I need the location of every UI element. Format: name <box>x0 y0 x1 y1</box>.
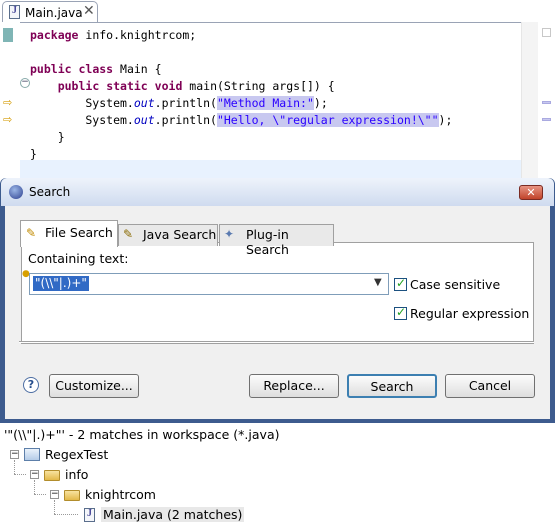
tab-label: File Search <box>45 225 113 240</box>
code-string-literal: "Hello, \"regular expression!\"" <box>216 113 439 127</box>
code-token: ); <box>438 113 453 127</box>
containing-text-label: Containing text: <box>28 251 129 266</box>
code-line[interactable]: public class Main { <box>30 61 162 78</box>
java-project-icon <box>24 448 40 461</box>
cancel-button[interactable]: Cancel <box>445 374 535 398</box>
tree-guide-line <box>14 474 26 475</box>
package-folder-icon <box>44 470 60 481</box>
code-token: void <box>154 79 183 93</box>
replace-button[interactable]: Replace... <box>249 374 339 398</box>
code-string-literal: "Method Main:" <box>216 96 314 110</box>
tree-collapse-toggle[interactable]: − <box>10 450 19 459</box>
tree-guide-line <box>54 514 78 515</box>
customize-button[interactable]: Customize... <box>49 374 139 398</box>
close-icon[interactable]: ✕ <box>83 3 95 19</box>
dialog-separator <box>19 341 534 343</box>
tree-collapse-toggle[interactable]: − <box>30 470 39 479</box>
search-match-arrow-icon: ⇨ <box>3 113 13 126</box>
tab-file-search[interactable]: ✎ File Search <box>20 220 118 247</box>
editor-tab-bar: J Main.java ✕ <box>0 0 555 23</box>
check-icon: ✓ <box>396 276 407 290</box>
overview-match-marker[interactable] <box>542 118 551 121</box>
java-file-icon: J <box>9 5 20 19</box>
tree-guide-line <box>14 460 15 474</box>
tab-label: Java Search <box>143 227 217 242</box>
tree-item-file[interactable]: Main.java (2 matches) <box>101 507 245 522</box>
chevron-down-icon[interactable]: ▼ <box>374 277 382 288</box>
search-results-summary: '"(\\"|.)+"' - 2 matches in workspace (*… <box>4 427 280 442</box>
tree-item-project[interactable]: RegexTest <box>45 447 108 462</box>
editor-tab-title: Main.java <box>25 6 83 20</box>
fold-collapse-icon[interactable]: − <box>20 78 30 88</box>
java-search-icon: ✎ <box>123 227 134 241</box>
code-token: System. <box>30 113 134 127</box>
close-icon: ✕ <box>526 186 536 199</box>
dialog-title: Search <box>29 185 71 199</box>
code-editor[interactable]: J Main.java ✕ package info.knightrcom; pu… <box>0 0 555 180</box>
help-icon[interactable]: ? <box>23 377 39 393</box>
tab-label: Plug-in Search <box>246 227 289 257</box>
tree-guide-line <box>54 500 55 514</box>
containing-text-value: "(\\"|.)+" <box>33 276 89 291</box>
code-token: .println( <box>154 96 217 110</box>
containing-text-combo[interactable]: "(\\"|.)+" ▼ <box>29 273 389 295</box>
tab-java-search[interactable]: ✎ Java Search <box>118 224 218 246</box>
editor-vertical-scrollbar[interactable] <box>521 22 538 180</box>
code-token: public <box>30 62 72 76</box>
code-token: .println( <box>154 113 217 127</box>
code-token: out <box>133 96 155 110</box>
code-line[interactable]: System.out.println("Hello, \"regular exp… <box>30 112 452 129</box>
eclipse-icon <box>9 185 23 199</box>
code-token: info.knightrcom; <box>78 28 197 42</box>
dialog-close-button[interactable]: ✕ <box>519 185 543 200</box>
tree-collapse-toggle[interactable]: − <box>50 490 59 499</box>
code-line[interactable]: public static void main(String args[]) { <box>30 78 335 95</box>
code-token: System. <box>30 96 134 110</box>
regular-expression-checkbox[interactable]: ✓ <box>394 305 407 320</box>
editor-tab-main-java[interactable]: J Main.java ✕ <box>2 1 98 22</box>
code-line[interactable]: package info.knightrcom; <box>30 27 196 44</box>
code-token: ); <box>313 96 328 110</box>
code-token: Main { <box>113 62 162 76</box>
tree-item-package[interactable]: knightrcom <box>85 487 156 502</box>
tree-guide-line <box>34 480 35 494</box>
search-button[interactable]: Search <box>347 374 437 398</box>
tab-plugin-search[interactable]: ✦ Plug-in Search <box>219 224 334 257</box>
file-search-icon: ✎ <box>26 226 37 240</box>
code-token: } <box>30 147 37 161</box>
code-token: main(String args[]) { <box>182 79 335 93</box>
code-token: public <box>57 79 100 93</box>
overview-match-marker[interactable] <box>542 101 551 104</box>
code-token: static <box>106 79 148 93</box>
code-token: } <box>30 130 65 144</box>
check-icon: ✓ <box>396 305 407 319</box>
code-token: package <box>30 28 79 42</box>
current-line-highlight <box>20 160 521 178</box>
code-line[interactable]: System.out.println("Method Main:"); <box>30 95 328 112</box>
case-sensitive-checkbox[interactable]: ✓ <box>394 276 407 291</box>
case-sensitive-label[interactable]: Case sensitive <box>410 277 500 292</box>
java-file-icon: J <box>84 508 95 522</box>
regular-expression-label[interactable]: Regular expression <box>410 306 529 321</box>
tree-item-package[interactable]: info <box>65 467 88 482</box>
tree-guide-line <box>34 494 46 495</box>
package-folder-icon <box>64 490 80 501</box>
code-token: class <box>78 62 114 76</box>
code-token: out <box>133 113 155 127</box>
dialog-title-bar[interactable]: Search ✕ <box>1 178 554 206</box>
code-line[interactable]: } <box>30 129 65 146</box>
overview-status-icon <box>542 28 551 37</box>
plugin-search-icon: ✦ <box>224 227 235 241</box>
search-match-arrow-icon: ⇨ <box>3 96 13 109</box>
change-marker <box>3 28 13 42</box>
